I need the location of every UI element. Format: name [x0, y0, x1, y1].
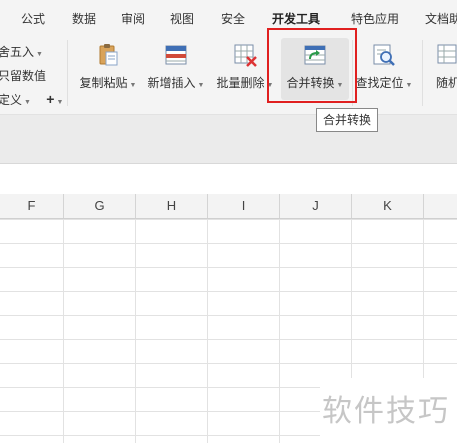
insert-button[interactable]: 新增插入 ▼ — [146, 38, 206, 100]
custom-label: 定义 — [0, 93, 23, 107]
ribbon-separator — [422, 40, 423, 106]
menu-bar: 公式 数据 审阅 视图 安全 开发工具 特色应用 文档助 — [0, 0, 457, 34]
clipboard-icon — [99, 44, 118, 66]
keep-value-label: 只留数值 — [0, 69, 47, 83]
column-header-row: F G H I J K — [0, 194, 457, 219]
column-header-i[interactable]: I — [208, 194, 280, 218]
random-icon — [437, 44, 457, 64]
formula-bar[interactable] — [0, 163, 457, 195]
chevron-down-icon: ▼ — [336, 82, 344, 89]
tab-review[interactable]: 审阅 — [121, 10, 145, 27]
copy-paste-button[interactable]: 复制粘贴 ▼ — [78, 38, 138, 100]
keep-value-option[interactable]: 只留数值 — [0, 67, 46, 84]
chevron-down-icon: ▼ — [56, 99, 64, 106]
tab-view[interactable]: 视图 — [170, 10, 194, 27]
ribbon: 舍五入 ▼ 只留数值 定义 ▼ + ▼ 复制粘贴 ▼ 新增插入 ▼ 批量删除 ▼… — [0, 34, 457, 115]
random-label: 随机 — [435, 76, 457, 90]
watermark-text: 软件技巧 — [322, 394, 450, 429]
chevron-down-icon: ▼ — [405, 82, 413, 89]
column-header-j[interactable]: J — [280, 194, 352, 218]
batch-delete-label: 批量删除 — [216, 76, 265, 90]
column-header-k[interactable]: K — [352, 194, 424, 218]
chevron-down-icon: ▼ — [266, 82, 274, 89]
round-option[interactable]: 舍五入 ▼ — [0, 43, 43, 60]
merge-convert-label: 合并转换 — [286, 76, 335, 90]
chevron-down-icon: ▼ — [24, 99, 31, 106]
tab-special-apps[interactable]: 特色应用 — [351, 10, 399, 27]
find-locate-icon — [373, 44, 395, 66]
random-button[interactable]: 随机 — [428, 38, 457, 100]
tab-formula[interactable]: 公式 — [21, 10, 45, 27]
grid-line — [207, 219, 208, 443]
grid-line — [63, 219, 64, 443]
tab-developer-tools[interactable]: 开发工具 — [272, 10, 320, 27]
find-locate-button[interactable]: 查找定位 ▼ — [354, 38, 414, 100]
column-header-f[interactable]: F — [0, 194, 64, 218]
chevron-down-icon: ▼ — [129, 82, 137, 89]
merge-convert-button[interactable]: 合并转换 ▼ — [281, 38, 349, 100]
ribbon-separator — [67, 40, 68, 106]
chevron-down-icon: ▼ — [36, 51, 43, 58]
column-header-g[interactable]: G — [64, 194, 136, 218]
tab-security[interactable]: 安全 — [221, 10, 245, 27]
custom-option[interactable]: 定义 ▼ + ▼ — [0, 91, 63, 108]
tab-doc-assistant[interactable]: 文档助 — [425, 10, 457, 27]
merge-convert-icon — [304, 45, 326, 65]
batch-delete-button[interactable]: 批量删除 ▼ — [214, 38, 276, 100]
ribbon-separator — [352, 40, 353, 106]
find-locate-label: 查找定位 — [355, 76, 404, 90]
plus-icon[interactable]: + — [46, 91, 54, 107]
copy-paste-label: 复制粘贴 — [79, 76, 128, 90]
toolbar-area — [0, 115, 457, 163]
insert-label: 新增插入 — [147, 76, 196, 90]
grid-line — [135, 219, 136, 443]
round-label: 舍五入 — [0, 45, 35, 59]
tooltip: 合并转换 — [316, 108, 379, 132]
chevron-down-icon: ▼ — [197, 82, 205, 89]
tab-data[interactable]: 数据 — [72, 10, 96, 27]
grid-line — [279, 219, 280, 443]
insert-table-icon — [165, 45, 187, 65]
column-header-h[interactable]: H — [136, 194, 208, 218]
delete-table-icon — [234, 44, 257, 67]
